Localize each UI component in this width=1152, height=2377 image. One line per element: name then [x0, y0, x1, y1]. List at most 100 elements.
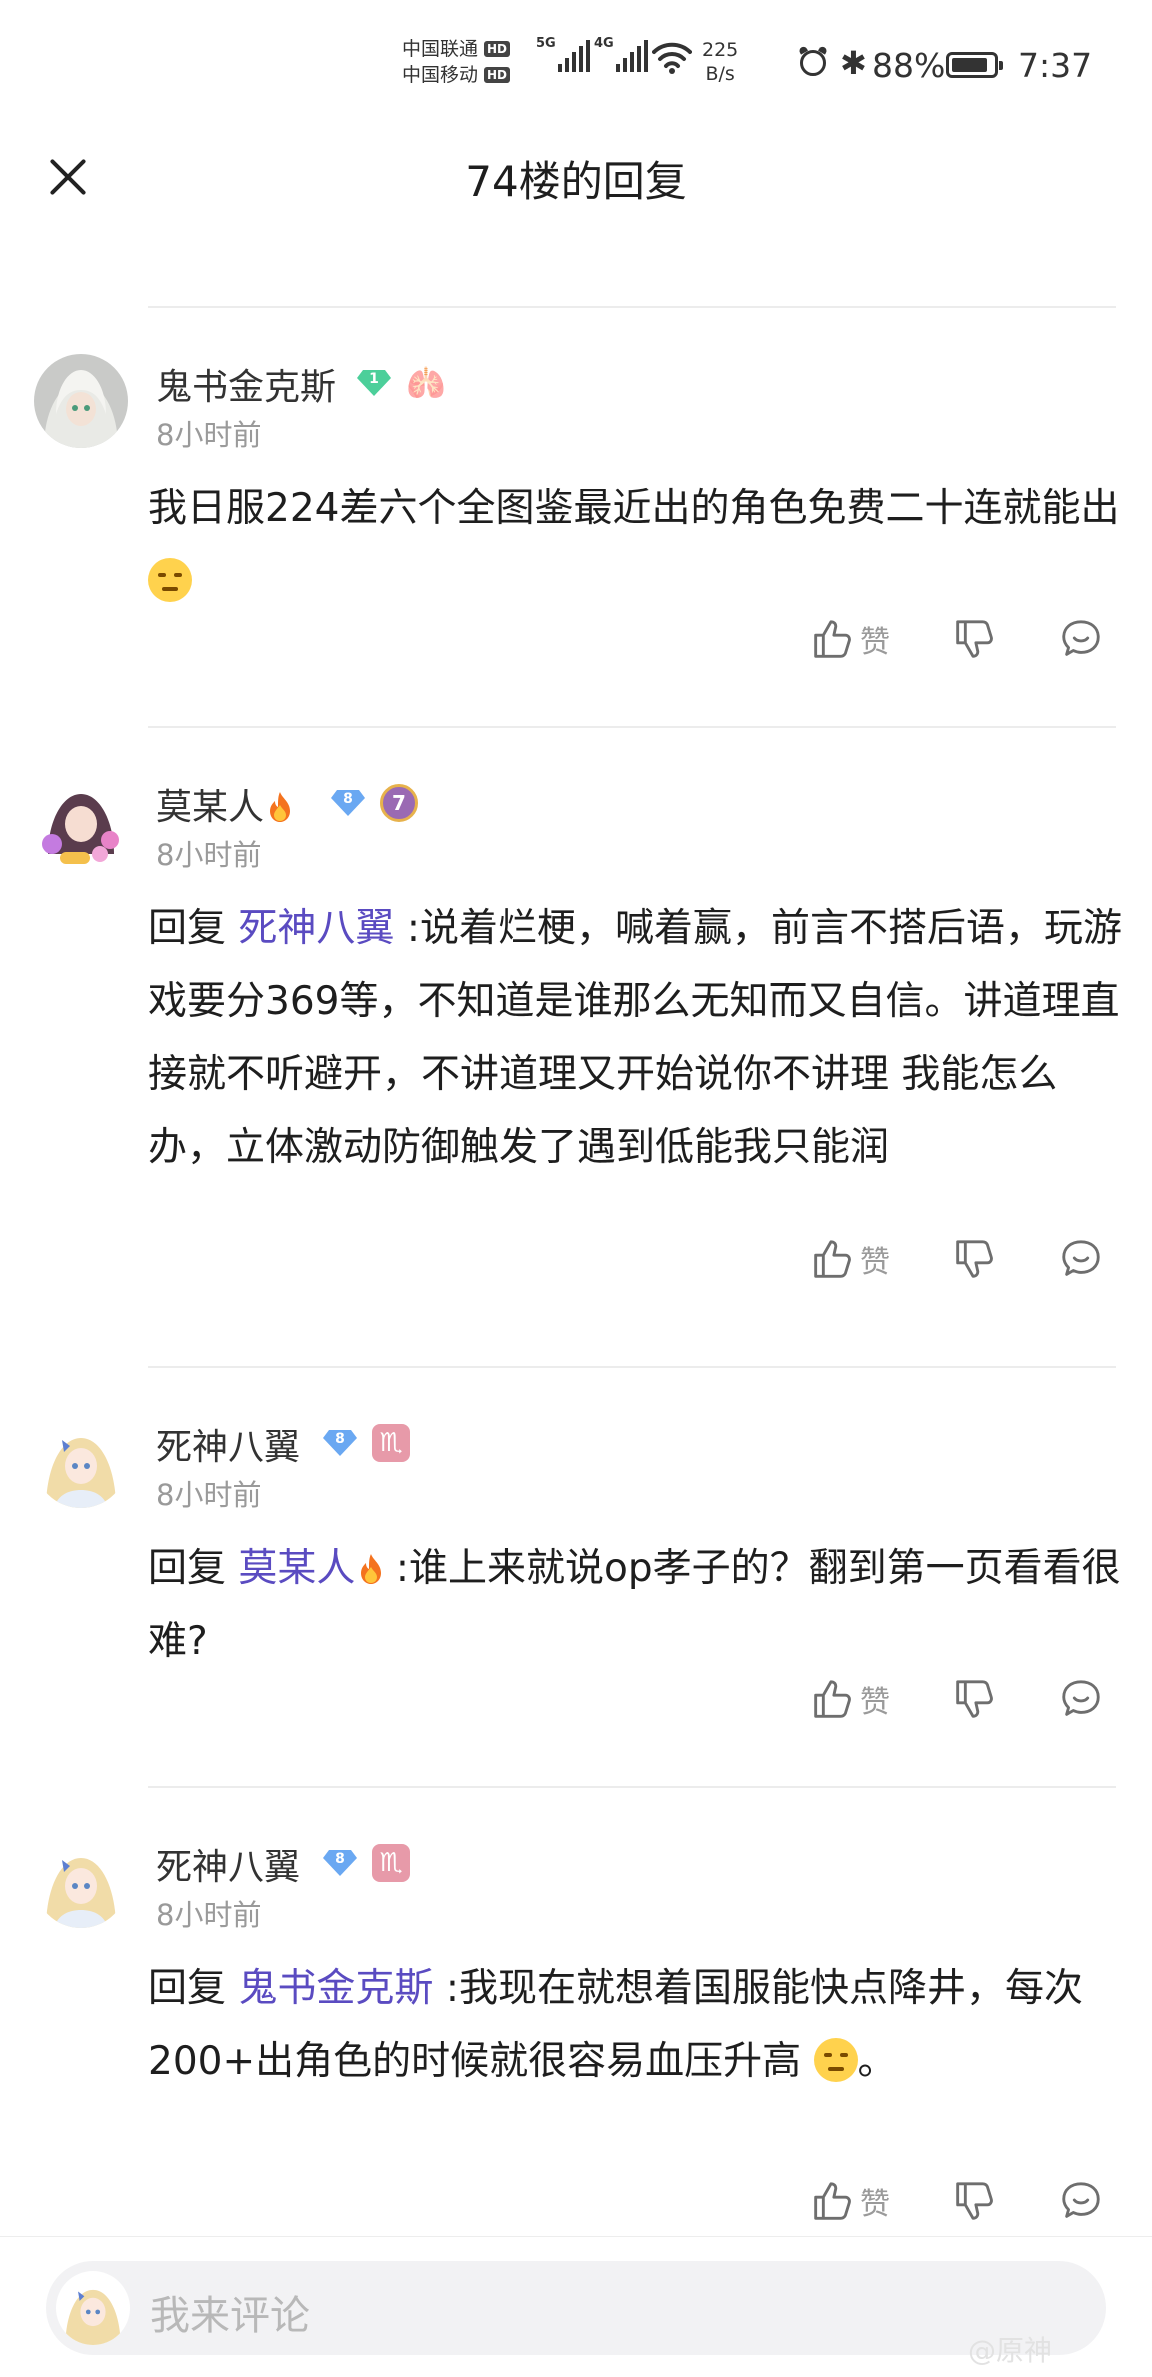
reply-button[interactable]: [1058, 1676, 1104, 1722]
reply-item: 莫某人 8 7 8小时前 回复 死神八翼 :说着烂梗，喊着赢，前言不搭后语，玩游…: [0, 728, 1152, 1368]
comment-placeholder: 我来评论: [150, 2293, 310, 2339]
reply-prefix: 回复: [148, 1546, 227, 1591]
carrier-2: 中国移动: [402, 64, 479, 86]
thumbs-down-icon: [950, 2178, 996, 2224]
lungs-icon: 🫁: [406, 364, 446, 402]
reply-actions: 赞: [0, 1236, 1152, 1306]
level-number: 8: [343, 791, 353, 807]
reply-content: 回复 鬼书金克斯 :我现在就想着国服能快点降井，每次200+出角色的时候就很容易…: [148, 1952, 1132, 2098]
timestamp: 8小时前: [156, 1478, 262, 1512]
level-badge: 8: [330, 788, 366, 818]
user-badges: 1 🫁: [356, 364, 446, 402]
username[interactable]: 死神八翼: [156, 1838, 300, 1890]
thumbs-up-icon: [808, 1236, 854, 1282]
avatar[interactable]: [34, 1834, 128, 1928]
reply-thread[interactable]: 赞 鬼书金克斯 1 🫁 8小时前: [0, 232, 1152, 2236]
username-row: 莫某人: [156, 778, 292, 830]
medal-badge: 7: [380, 784, 418, 822]
hd-badge: HD: [484, 67, 511, 83]
user-badges: 8 ♏: [322, 1844, 410, 1882]
dislike-button[interactable]: [950, 616, 996, 662]
reply-text: 我日服224差六个全图鉴最近出的角色免费二十连就能出: [148, 486, 1120, 531]
avatar[interactable]: [34, 774, 128, 868]
like-button[interactable]: 赞: [808, 1676, 890, 1722]
network-type-1: 5G: [536, 36, 556, 51]
username[interactable]: 鬼书金克斯: [156, 358, 336, 410]
reply-actions: 赞: [0, 232, 1152, 256]
timestamp: 8小时前: [156, 838, 262, 872]
thinking-face-emoji: [148, 558, 192, 602]
speed-value: 225: [702, 39, 739, 61]
dislike-button[interactable]: [950, 1236, 996, 1282]
battery-percent: 88%: [872, 46, 946, 85]
timestamp: 8小时前: [156, 1898, 262, 1932]
thumbs-down-icon: [950, 1676, 996, 1722]
mention-link[interactable]: 鬼书金克斯: [238, 1966, 433, 2011]
level-number: 8: [335, 1431, 345, 1447]
carrier-info: 中国联通 HD 中国移动 HD: [402, 36, 511, 88]
reply-item: 死神八翼 8 ♏ 8小时前 回复 鬼书金克斯 :我现在就想着国服能快点降井，每次…: [0, 1788, 1152, 2236]
comment-icon: [1058, 1676, 1104, 1722]
like-label: 赞: [860, 625, 890, 660]
avatar[interactable]: [34, 354, 128, 448]
level-badge: 8: [322, 1428, 358, 1458]
like-label: 赞: [860, 1685, 890, 1720]
scorpio-sign-icon: ♏: [372, 1844, 410, 1882]
dislike-button[interactable]: [950, 1676, 996, 1722]
signal-icon: 4G: [594, 36, 648, 72]
dislike-button[interactable]: [950, 2178, 996, 2224]
mention-link[interactable]: 死神八翼: [238, 906, 394, 951]
fire-icon: [268, 791, 292, 823]
like-button[interactable]: 赞: [808, 2178, 890, 2224]
battery-icon: [946, 52, 1003, 78]
reply-actions: 赞: [0, 616, 1152, 686]
unamused-face-emoji: [813, 2038, 858, 2082]
reply-button[interactable]: [1058, 1236, 1104, 1282]
reply-prefix: 回复: [148, 906, 227, 951]
like-label: 赞: [860, 1245, 890, 1280]
like-button[interactable]: 赞: [808, 1236, 890, 1282]
nav-bar: 74楼的回复: [0, 130, 1152, 240]
fire-icon: [359, 1553, 383, 1585]
reply-actions: 赞: [0, 2178, 1152, 2236]
reply-button[interactable]: [1058, 616, 1104, 662]
speed-unit: B/s: [705, 63, 735, 85]
thumbs-down-icon: [950, 1236, 996, 1282]
timestamp: 8小时前: [156, 418, 262, 452]
mention-link[interactable]: 莫某人: [238, 1546, 383, 1591]
page-title: 74楼的回复: [465, 157, 687, 206]
username[interactable]: 莫某人: [156, 787, 264, 828]
reply-item: 鬼书金克斯 1 🫁 8小时前 我日服224差六个全图鉴最近出的角色免费二十连就能…: [0, 308, 1152, 728]
level-badge: 1: [356, 368, 392, 398]
network-type-2: 4G: [594, 36, 614, 51]
thumbs-up-icon: [808, 2178, 854, 2224]
reply-actions: 赞: [0, 1676, 1152, 1746]
thumbs-up-icon: [808, 616, 854, 662]
like-button[interactable]: 赞: [808, 616, 890, 662]
level-number: 1: [369, 371, 379, 387]
watermark: @原神: [968, 2334, 1053, 2367]
scorpio-sign-icon: ♏: [372, 1424, 410, 1462]
thumbs-up-icon: [808, 1676, 854, 1722]
user-badges: 8 7: [330, 784, 418, 822]
username[interactable]: 死神八翼: [156, 1418, 300, 1470]
alarm-icon: [800, 50, 826, 76]
carrier-1: 中国联通: [402, 38, 479, 60]
comment-icon: [1058, 1236, 1104, 1282]
reply-item: 死神八翼 8 ♏ 8小时前 回复 莫某人 :谁上来就说op孝子的？翻到第一页看看…: [0, 1368, 1152, 1788]
mention-name: 莫某人: [238, 1546, 356, 1591]
comment-bar: 我来评论 @原神: [0, 2236, 1152, 2377]
avatar[interactable]: [34, 1414, 128, 1508]
bluetooth-icon: ✱: [840, 44, 867, 82]
wifi-icon: [652, 42, 692, 74]
comment-icon: [1058, 616, 1104, 662]
comment-input[interactable]: 我来评论: [46, 2261, 1106, 2355]
level-number: 8: [335, 1851, 345, 1867]
thumbs-down-icon: [950, 616, 996, 662]
like-label: 赞: [860, 2187, 890, 2222]
status-bar: 中国联通 HD 中国移动 HD 5G 4G 225 B/s ✱ 88% 7:37: [0, 0, 1152, 130]
reply-content: 回复 死神八翼 :说着烂梗，喊着赢，前言不搭后语，玩游戏要分369等，不知道是谁…: [148, 892, 1132, 1184]
reply-button[interactable]: [1058, 2178, 1104, 2224]
my-avatar: [56, 2271, 130, 2345]
comment-icon: [1058, 2178, 1104, 2224]
